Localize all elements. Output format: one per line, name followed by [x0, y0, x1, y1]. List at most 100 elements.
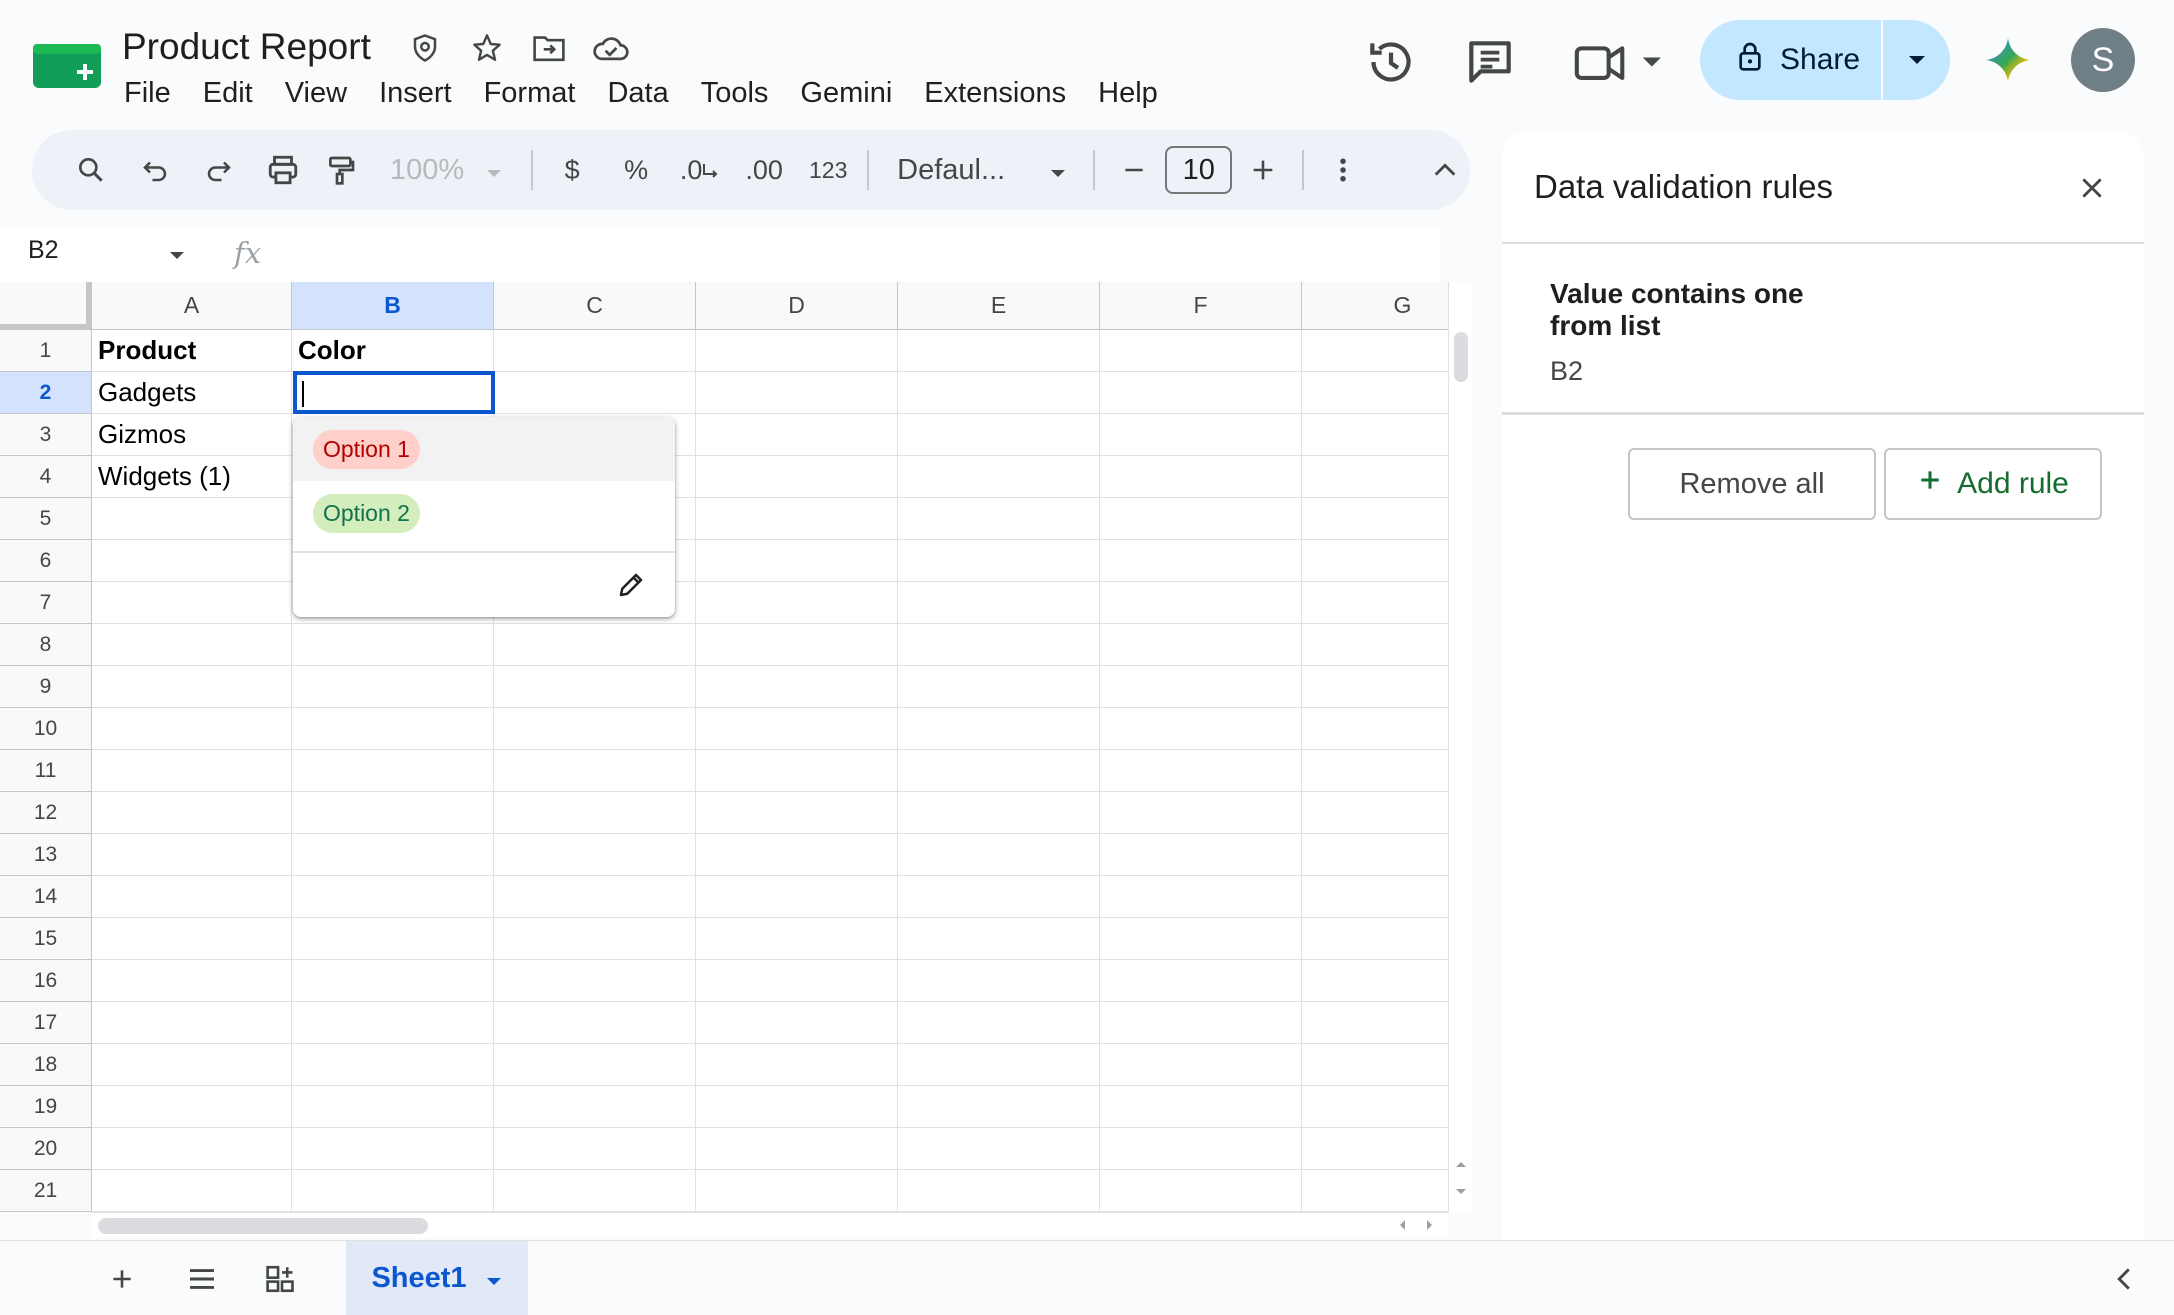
menu-tools[interactable]: Tools	[685, 74, 785, 114]
cell-b14[interactable]	[292, 876, 494, 918]
cell-f19[interactable]	[1100, 1086, 1302, 1128]
cell-f3[interactable]	[1100, 414, 1302, 456]
cell-b16[interactable]	[292, 960, 494, 1002]
cell-c21[interactable]	[494, 1170, 696, 1212]
cell-d12[interactable]	[696, 792, 898, 834]
cell-d16[interactable]	[696, 960, 898, 1002]
cell-a6[interactable]	[92, 540, 292, 582]
collapse-menus-icon[interactable]	[1420, 142, 1470, 198]
cell-a18[interactable]	[92, 1044, 292, 1086]
cell-g17[interactable]	[1302, 1002, 1448, 1044]
cell-d18[interactable]	[696, 1044, 898, 1086]
print-icon[interactable]	[258, 142, 308, 198]
version-history-icon[interactable]	[1363, 34, 1419, 90]
row-header[interactable]: 11	[0, 750, 92, 792]
dropdown-option[interactable]: Option 2	[293, 481, 675, 545]
format-percent-button[interactable]: %	[611, 142, 661, 198]
cell-d11[interactable]	[696, 750, 898, 792]
cell-g15[interactable]	[1302, 918, 1448, 960]
cell-b8[interactable]	[292, 624, 494, 666]
cell-f2[interactable]	[1100, 372, 1302, 414]
increase-font-size-icon[interactable]	[1238, 142, 1288, 198]
cell-d6[interactable]	[696, 540, 898, 582]
menu-help[interactable]: Help	[1082, 74, 1174, 114]
remove-all-button[interactable]: Remove all	[1628, 448, 1876, 520]
column-header[interactable]: D	[696, 282, 898, 330]
cell-f6[interactable]	[1100, 540, 1302, 582]
chevron-down-icon[interactable]	[485, 1262, 503, 1295]
cell-a13[interactable]	[92, 834, 292, 876]
cell-f18[interactable]	[1100, 1044, 1302, 1086]
cell-f12[interactable]	[1100, 792, 1302, 834]
cell-d5[interactable]	[696, 498, 898, 540]
close-icon[interactable]	[2070, 166, 2114, 210]
cell-b15[interactable]	[292, 918, 494, 960]
cell-c19[interactable]	[494, 1086, 696, 1128]
cell-a1[interactable]: Product	[92, 330, 292, 372]
cell-c17[interactable]	[494, 1002, 696, 1044]
share-button[interactable]: Share	[1700, 20, 1950, 100]
column-header[interactable]: A	[92, 282, 292, 330]
menu-extensions[interactable]: Extensions	[908, 74, 1082, 114]
cell-a11[interactable]	[92, 750, 292, 792]
name-box[interactable]: B2	[28, 236, 59, 265]
cell-d2[interactable]	[696, 372, 898, 414]
cell-a14[interactable]	[92, 876, 292, 918]
cell-f9[interactable]	[1100, 666, 1302, 708]
cell-d3[interactable]	[696, 414, 898, 456]
cell-e3[interactable]	[898, 414, 1100, 456]
cell-b10[interactable]	[292, 708, 494, 750]
cell-c16[interactable]	[494, 960, 696, 1002]
select-all-corner[interactable]	[0, 282, 92, 330]
cell-b20[interactable]	[292, 1128, 494, 1170]
comments-icon[interactable]	[1462, 34, 1518, 90]
row-header[interactable]: 1	[0, 330, 92, 372]
all-sheets-menu-icon[interactable]	[176, 1253, 228, 1305]
cell-g5[interactable]	[1302, 498, 1448, 540]
cell-e1[interactable]	[898, 330, 1100, 372]
cell-e11[interactable]	[898, 750, 1100, 792]
share-main-button[interactable]: Share	[1700, 20, 1883, 100]
cell-g7[interactable]	[1302, 582, 1448, 624]
cell-a15[interactable]	[92, 918, 292, 960]
cell-g3[interactable]	[1302, 414, 1448, 456]
increase-decimal-button[interactable]: .00	[739, 142, 789, 198]
add-sheet-icon[interactable]	[96, 1253, 148, 1305]
dropdown-option[interactable]: Option 1	[293, 417, 675, 481]
cell-g11[interactable]	[1302, 750, 1448, 792]
cell-f21[interactable]	[1100, 1170, 1302, 1212]
menu-data[interactable]: Data	[591, 74, 684, 114]
star-icon[interactable]	[467, 28, 507, 68]
cell-e4[interactable]	[898, 456, 1100, 498]
cell-a4[interactable]: Widgets (1)	[92, 456, 292, 498]
cell-c20[interactable]	[494, 1128, 696, 1170]
row-header[interactable]: 19	[0, 1086, 92, 1128]
cell-c10[interactable]	[494, 708, 696, 750]
cell-f11[interactable]	[1100, 750, 1302, 792]
search-menus-icon[interactable]	[66, 142, 116, 198]
cell-b1[interactable]: Color	[292, 330, 494, 372]
cell-e7[interactable]	[898, 582, 1100, 624]
cell-g8[interactable]	[1302, 624, 1448, 666]
share-dropdown-arrow-icon[interactable]	[1883, 20, 1950, 100]
cell-d14[interactable]	[696, 876, 898, 918]
decrease-decimal-button[interactable]: .0	[675, 142, 725, 198]
cell-g2[interactable]	[1302, 372, 1448, 414]
cell-d9[interactable]	[696, 666, 898, 708]
account-avatar[interactable]: S	[2071, 28, 2135, 92]
cell-f5[interactable]	[1100, 498, 1302, 540]
add-rule-button[interactable]: Add rule	[1884, 448, 2102, 520]
cell-a2[interactable]: Gadgets	[92, 372, 292, 414]
cell-c1[interactable]	[494, 330, 696, 372]
cell-g13[interactable]	[1302, 834, 1448, 876]
more-options-icon[interactable]	[1318, 142, 1368, 198]
row-header[interactable]: 8	[0, 624, 92, 666]
cell-d13[interactable]	[696, 834, 898, 876]
column-header[interactable]: G	[1302, 282, 1448, 330]
cell-a3[interactable]: Gizmos	[92, 414, 292, 456]
cell-g1[interactable]	[1302, 330, 1448, 372]
menu-gemini[interactable]: Gemini	[784, 74, 908, 114]
cell-d1[interactable]	[696, 330, 898, 372]
cell-d4[interactable]	[696, 456, 898, 498]
row-header[interactable]: 14	[0, 876, 92, 918]
